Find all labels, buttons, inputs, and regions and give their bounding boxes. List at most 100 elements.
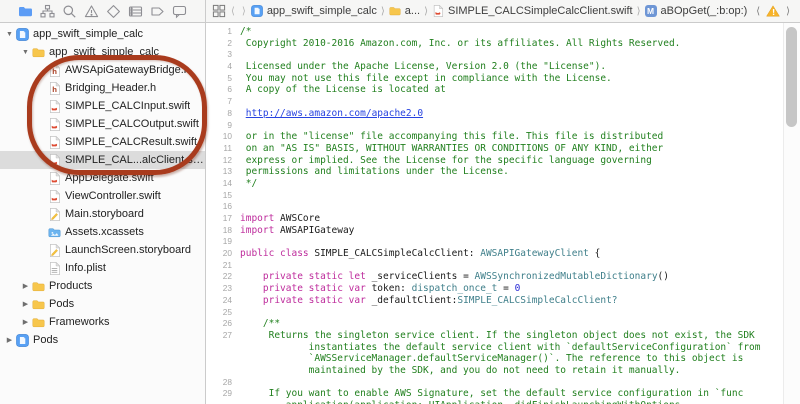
line-number: 21 bbox=[206, 260, 240, 272]
code-line-9: 9 bbox=[206, 120, 800, 132]
code-line-12: 12 express or implied. See the License f… bbox=[206, 155, 800, 167]
tree-item-label: ViewController.swift bbox=[65, 190, 161, 202]
tree-item-awsapigatewaybridge-h[interactable]: hAWSApiGatewayBridge.h bbox=[0, 61, 205, 79]
previous-issue-button[interactable]: ⟨ bbox=[754, 6, 762, 17]
related-items-icon[interactable] bbox=[212, 4, 226, 18]
project-navigator[interactable]: ▼app_swift_simple_calc▼app_swift_simple_… bbox=[0, 23, 206, 404]
tree-item-pods[interactable]: ▶Pods bbox=[0, 295, 205, 313]
breadcrumb-separator: ⟩ bbox=[380, 6, 386, 17]
breadcrumb-item[interactable]: app_swift_simple_calc bbox=[251, 5, 377, 17]
code-text bbox=[240, 295, 263, 307]
breadcrumb-item[interactable]: a... bbox=[389, 5, 420, 17]
code-line-2: 2 Copyright 2010-2016 Amazon.com, Inc. o… bbox=[206, 38, 800, 50]
code-text: `AWSServiceManager.defaultServiceManager… bbox=[240, 353, 743, 365]
tree-item-label: Bridging_Header.h bbox=[65, 82, 156, 94]
breakpoint-navigator-icon[interactable] bbox=[150, 4, 165, 19]
tree-item-launchscreen-storyboard[interactable]: LaunchScreen.storyboard bbox=[0, 241, 205, 259]
project-navigator-icon[interactable] bbox=[18, 4, 33, 19]
code-text: You may not use this file except in comp… bbox=[240, 73, 612, 85]
file-swift-icon bbox=[432, 5, 444, 17]
code-text: If you want to enable AWS Signature, set… bbox=[240, 388, 743, 400]
disclosure-triangle[interactable]: ▶ bbox=[4, 336, 15, 344]
file-swift-icon bbox=[47, 172, 61, 185]
disclosure-triangle[interactable]: ▼ bbox=[20, 49, 31, 56]
tree-item-appdelegate-swift[interactable]: AppDelegate.swift bbox=[0, 169, 205, 187]
tree-item-app-swift-simple-calc[interactable]: ▼app_swift_simple_calc bbox=[0, 25, 205, 43]
warning-icon[interactable]: ! bbox=[766, 5, 780, 17]
code-line-29: 29 If you want to enable AWS Signature, … bbox=[206, 388, 800, 400]
code-line-25: 25 bbox=[206, 307, 800, 319]
tree-item-simple-cal-alcclient-swift[interactable]: SIMPLE_CAL...alcClient.swift bbox=[0, 151, 205, 169]
code-line-17: 17import AWSCore bbox=[206, 213, 800, 225]
code-line-wrap: instantiates the default service client … bbox=[206, 342, 800, 354]
line-number: 11 bbox=[206, 143, 240, 155]
tree-item-app-swift-simple-calc[interactable]: ▼app_swift_simple_calc bbox=[0, 43, 205, 61]
code-line-6: 6 A copy of the License is located at bbox=[206, 84, 800, 96]
breadcrumb-item[interactable]: SIMPLE_CALCSimpleCalcClient.swift bbox=[432, 5, 633, 17]
line-number bbox=[206, 353, 240, 365]
disclosure-triangle[interactable]: ▼ bbox=[4, 31, 15, 38]
line-number: 2 bbox=[206, 38, 240, 50]
disclosure-triangle[interactable]: ▶ bbox=[20, 282, 31, 290]
find-navigator-icon[interactable] bbox=[62, 4, 77, 19]
tree-item-simple-calcresult-swift[interactable]: SIMPLE_CALCResult.swift bbox=[0, 133, 205, 151]
tree-item-frameworks[interactable]: ▶ Frameworks bbox=[0, 313, 205, 331]
folder-icon bbox=[31, 316, 45, 329]
code-line-wrap: application(application: UIApplication, … bbox=[206, 400, 800, 404]
editor-scrollbar-thumb[interactable] bbox=[786, 27, 797, 127]
line-number: 25 bbox=[206, 307, 240, 319]
folder-icon bbox=[389, 5, 401, 17]
tree-item-label: Info.plist bbox=[65, 262, 106, 274]
line-number: 13 bbox=[206, 166, 240, 178]
line-number bbox=[206, 365, 240, 377]
tree-item-simple-calcoutput-swift[interactable]: SIMPLE_CALCOutput.swift bbox=[0, 115, 205, 133]
code-text bbox=[240, 283, 263, 295]
breadcrumb-item[interactable]: MaBOpGet(_:b:op:) bbox=[645, 5, 748, 17]
code-text: dispatch_once_t bbox=[412, 283, 498, 295]
next-issue-button[interactable]: ⟩ bbox=[784, 6, 792, 17]
tree-item-bridging-header-h[interactable]: h Bridging_Header.h bbox=[0, 79, 205, 97]
storyboard-icon bbox=[47, 208, 61, 221]
source-editor[interactable]: 1/*2 Copyright 2010-2016 Amazon.com, Inc… bbox=[206, 23, 800, 404]
tree-item-viewcontroller-swift[interactable]: ViewController.swift bbox=[0, 187, 205, 205]
tree-item-label: Main.storyboard bbox=[65, 208, 144, 220]
code-text: express or implied. See the License for … bbox=[240, 155, 652, 167]
code-line-wrap: `AWSServiceManager.defaultServiceManager… bbox=[206, 353, 800, 365]
code-line-wrap: maintained by the SDK, and you do not ne… bbox=[206, 365, 800, 377]
test-navigator-icon[interactable] bbox=[106, 4, 121, 19]
breadcrumb-label: aBOpGet(_:b:op:) bbox=[661, 5, 748, 17]
tree-item-main-storyboard[interactable]: Main.storyboard bbox=[0, 205, 205, 223]
line-number: 15 bbox=[206, 190, 240, 202]
assets-icon bbox=[47, 226, 61, 239]
code-text: or in the "license" file accompanying th… bbox=[240, 131, 663, 143]
line-number: 16 bbox=[206, 201, 240, 213]
file-swift-icon bbox=[47, 154, 61, 167]
code-text: { bbox=[589, 248, 600, 260]
file-swift-icon bbox=[47, 118, 61, 131]
navigator-selector-bar bbox=[0, 0, 206, 22]
report-navigator-icon[interactable] bbox=[172, 4, 187, 19]
storyboard-icon bbox=[47, 244, 61, 257]
tree-item-info-plist[interactable]: Info.plist bbox=[0, 259, 205, 277]
code-text: /** bbox=[240, 318, 280, 330]
debug-navigator-icon[interactable] bbox=[128, 4, 143, 19]
history-back-button[interactable]: ⟨ bbox=[229, 6, 237, 17]
code-line-4: 4 Licensed under the Apache License, Ver… bbox=[206, 61, 800, 73]
svg-text:h: h bbox=[52, 86, 57, 94]
history-forward-button[interactable]: ⟩ bbox=[240, 6, 248, 17]
code-text: http://aws.amazon.com/apache2.0 bbox=[246, 108, 423, 120]
line-number: 7 bbox=[206, 96, 240, 108]
disclosure-triangle[interactable]: ▶ bbox=[20, 300, 31, 308]
tree-item-label: Frameworks bbox=[49, 316, 110, 328]
tree-item-label: Products bbox=[49, 280, 92, 292]
tree-item-label: SIMPLE_CALCResult.swift bbox=[65, 136, 197, 148]
issue-navigator-icon[interactable] bbox=[84, 4, 99, 19]
line-number: 5 bbox=[206, 73, 240, 85]
tree-item-simple-calcinput-swift[interactable]: SIMPLE_CALCInput.swift bbox=[0, 97, 205, 115]
symbol-navigator-icon[interactable] bbox=[40, 4, 55, 19]
tree-item-products[interactable]: ▶ Products bbox=[0, 277, 205, 295]
tree-item-pods[interactable]: ▶Pods bbox=[0, 331, 205, 349]
editor-scrollbar-track[interactable] bbox=[783, 23, 800, 404]
tree-item-assets-xcassets[interactable]: Assets.xcassets bbox=[0, 223, 205, 241]
disclosure-triangle[interactable]: ▶ bbox=[20, 318, 31, 326]
